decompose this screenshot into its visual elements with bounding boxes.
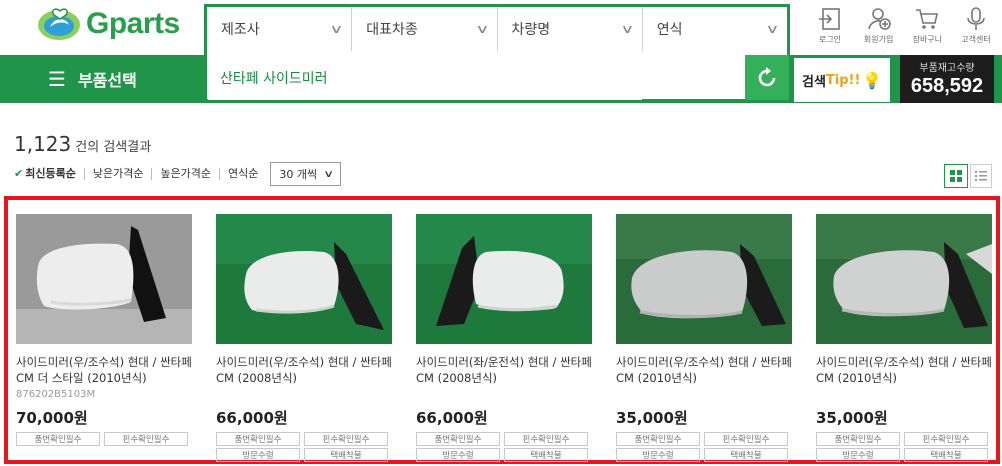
side-mirror-photo — [216, 214, 392, 344]
hamburger-icon: ☰ — [48, 67, 66, 91]
product-name[interactable]: 사이드미러(우/조수석) 현대 / 싼타페 CM (2010년식) — [816, 354, 992, 388]
side-mirror-photo — [16, 214, 192, 344]
product-tag: 품번확인필수 — [816, 432, 900, 446]
select-year[interactable]: 연식 ∨ — [643, 7, 787, 51]
cart-icon — [916, 9, 939, 29]
logo-icon — [38, 8, 80, 40]
select-manufacturer[interactable]: 제조사 ∨ — [207, 7, 353, 51]
product-code — [416, 389, 592, 403]
product-name[interactable]: 사이드미러(우/조수석) 현대 / 싼타페 CM (2010년식) — [616, 354, 792, 388]
product-image[interactable] — [416, 214, 592, 344]
search-button[interactable] — [680, 60, 716, 96]
product-tag: 택배착불 — [704, 448, 788, 462]
sort-price-high[interactable]: 높은가격순 — [152, 168, 221, 180]
product-tag: 품번확인필수 — [16, 432, 100, 446]
product-code — [216, 389, 392, 403]
product-tag: 택배착불 — [504, 448, 588, 462]
sort-year[interactable]: 연식순 — [220, 168, 266, 180]
sort-latest[interactable]: ✔ 최신등록순 — [14, 168, 85, 180]
product-code — [816, 389, 992, 403]
product-name[interactable]: 사이드미러(우/조수석) 현대 / 싼타페 CM 더 스타일 (2010년식) — [16, 354, 192, 388]
product-tag: 핀수확인필수 — [504, 432, 588, 446]
side-mirror-photo — [416, 214, 592, 344]
product-code — [616, 389, 792, 403]
product-card[interactable]: 사이드미러(우/조수석) 현대 / 싼타페 CM 더 스타일 (2010년식) … — [16, 214, 192, 446]
list-icon — [975, 171, 987, 181]
cart-link[interactable]: 장바구니 — [905, 6, 949, 50]
product-price: 66,000원 — [216, 409, 288, 427]
grid-icon — [950, 170, 962, 182]
product-tag: 품번확인필수 — [216, 432, 300, 446]
chevron-down-icon: ∨ — [329, 22, 344, 36]
logo-text: Gparts — [86, 7, 180, 40]
per-page-select[interactable]: 30 개씩 ∨ — [270, 162, 342, 186]
product-tag: 품번확인필수 — [616, 432, 700, 446]
refresh-icon — [758, 66, 776, 86]
product-image[interactable] — [616, 214, 792, 344]
product-name[interactable]: 사이드미러(우/조수석) 현대 / 싼타페 CM (2008년식) — [216, 354, 392, 388]
parts-menu-button[interactable]: ☰ 부품선택 — [48, 55, 137, 103]
product-tag: 방문수령 — [416, 448, 500, 462]
lightbulb-icon: 💡 — [862, 70, 883, 90]
side-mirror-photo — [616, 214, 792, 344]
product-image[interactable] — [16, 214, 192, 344]
signup-icon — [867, 8, 891, 30]
stock-counter: 부품재고수량 658,592 — [900, 55, 994, 103]
product-code: 876202B5103M — [16, 389, 96, 400]
product-name[interactable]: 사이드미러(좌/운전석) 현대 / 싼타페 CM (2008년식) — [416, 354, 592, 388]
product-price: 66,000원 — [416, 409, 488, 427]
product-tag: 핀수확인필수 — [304, 432, 388, 446]
grid-view-button[interactable] — [944, 164, 968, 188]
product-tag: 핀수확인필수 — [904, 432, 988, 446]
search-input[interactable]: 산타페 사이드미러 — [208, 56, 642, 100]
result-count: 1,123 건의 검색결과 — [14, 132, 152, 156]
signup-link[interactable]: 회원가입 — [857, 6, 901, 50]
search-icon — [687, 67, 709, 89]
support-icon — [967, 7, 985, 30]
product-tag: 택배착불 — [304, 448, 388, 462]
product-card[interactable]: 사이드미러(우/조수석) 현대 / 싼타페 CM (2008년식) 66,000… — [216, 214, 392, 462]
product-tag: 택배착불 — [904, 448, 988, 462]
product-image[interactable] — [216, 214, 392, 344]
select-model-group[interactable]: 대표차종 ∨ — [352, 7, 498, 51]
logo[interactable]: Gparts — [36, 2, 186, 46]
product-card[interactable]: 사이드미러(좌/운전석) 현대 / 싼타페 CM (2008년식) 66,000… — [416, 214, 592, 462]
list-view-button[interactable] — [970, 164, 992, 188]
login-link[interactable]: 로그인 — [808, 6, 852, 50]
sort-price-low[interactable]: 낮은가격순 — [85, 168, 153, 180]
product-card[interactable]: 사이드미러(우/조수석) 현대 / 싼타페 CM (2010년식) 35,000… — [616, 214, 792, 462]
chevron-down-icon: ∨ — [620, 22, 635, 36]
product-tag: 방문수령 — [216, 448, 300, 462]
support-link[interactable]: 고객센터 — [954, 6, 998, 50]
login-icon — [819, 8, 840, 30]
chevron-down-icon: ∨ — [323, 168, 335, 180]
product-tag: 방문수령 — [616, 448, 700, 462]
side-mirror-photo — [816, 214, 992, 344]
product-price: 35,000원 — [616, 409, 688, 427]
search-tip-button[interactable]: 검색 Tip!! 💡 — [794, 58, 890, 102]
product-card[interactable]: 사이드미러(우/조수석) 현대 / 싼타페 CM (2010년식) 35,000… — [816, 214, 992, 462]
select-vehicle-name[interactable]: 차량명 ∨ — [498, 7, 643, 51]
chevron-down-icon: ∨ — [765, 22, 780, 36]
product-price: 70,000원 — [16, 409, 88, 427]
product-tag: 핀수확인필수 — [704, 432, 788, 446]
product-tag: 품번확인필수 — [416, 432, 500, 446]
product-tag: 핀수확인필수 — [104, 432, 188, 446]
reset-button[interactable] — [745, 55, 789, 100]
user-menu: 로그인 회원가입 장바구니 고객센터 — [808, 6, 998, 50]
product-tag: 방문수령 — [816, 448, 900, 462]
product-image[interactable] — [816, 214, 992, 344]
chevron-down-icon: ∨ — [475, 22, 490, 36]
check-icon: ✔ — [14, 167, 24, 180]
product-grid: 사이드미러(우/조수석) 현대 / 싼타페 CM 더 스타일 (2010년식) … — [4, 196, 1000, 464]
sort-bar: ✔ 최신등록순 낮은가격순 높은가격순 연식순 30 개씩 ∨ — [14, 162, 342, 186]
product-price: 35,000원 — [816, 409, 888, 427]
